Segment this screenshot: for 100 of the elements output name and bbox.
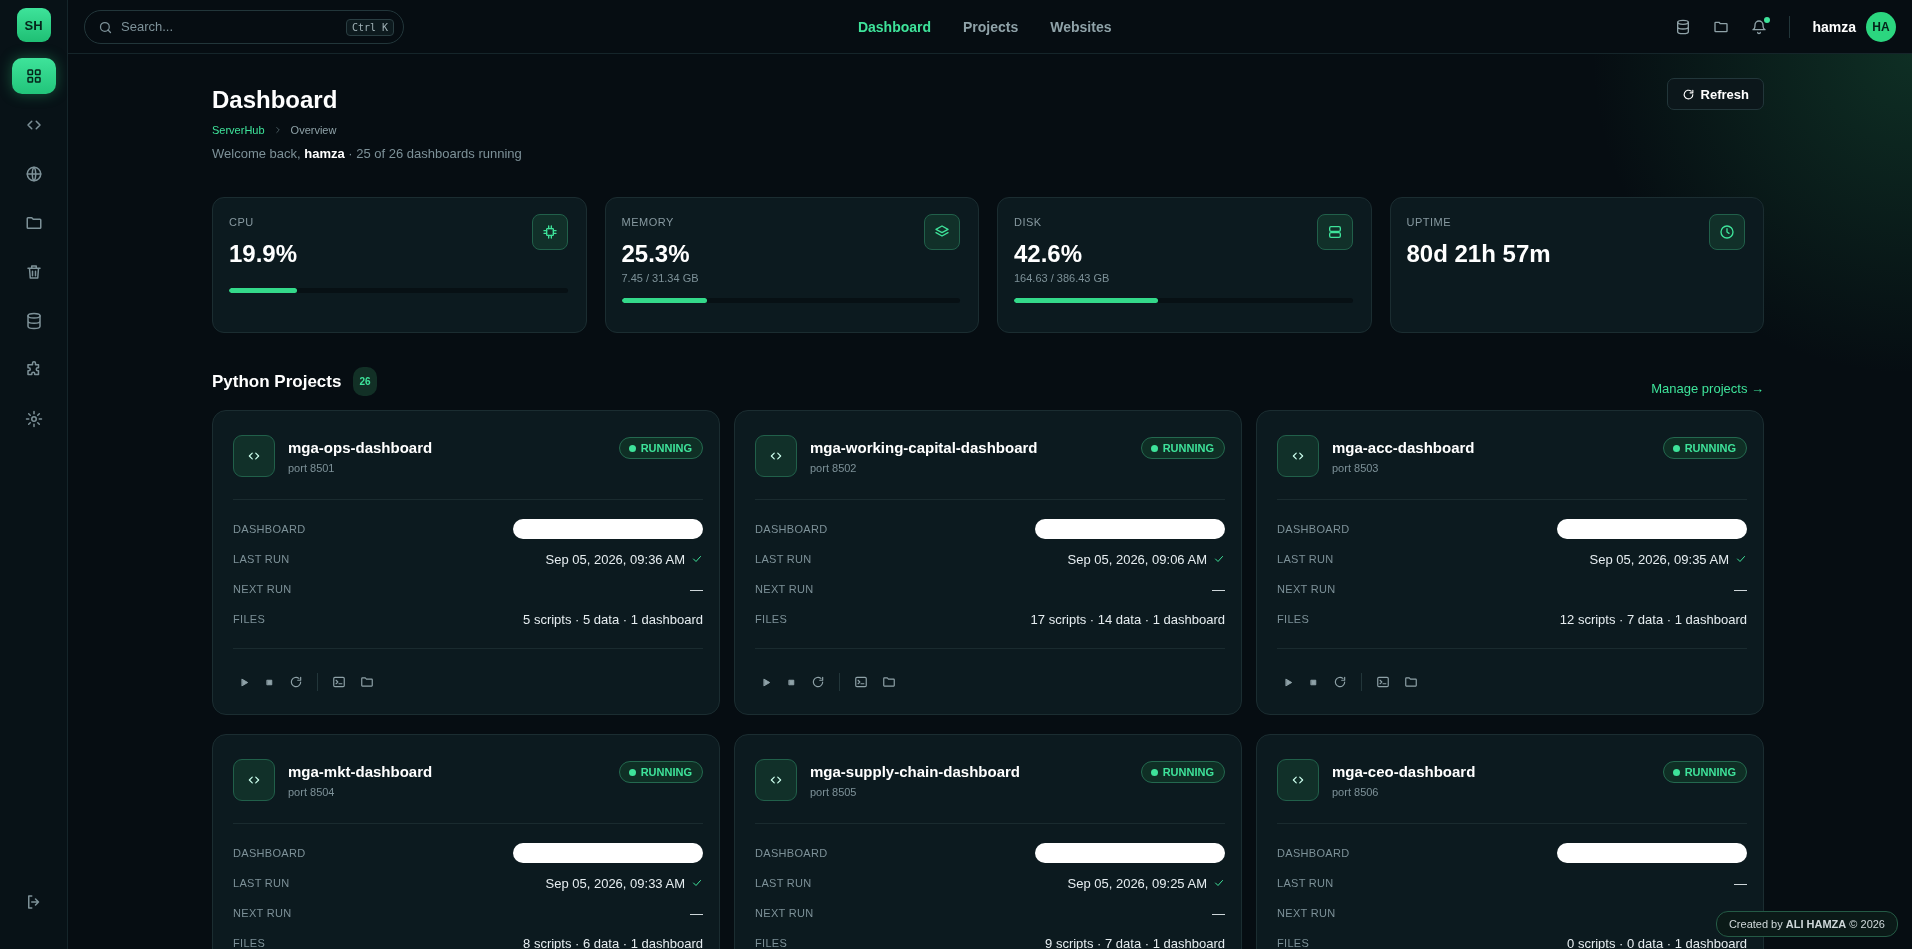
field-label: DASHBOARD — [1277, 523, 1350, 535]
field-label: FILES — [233, 613, 266, 625]
stat-value: 80d 21h 57m — [1406, 240, 1552, 268]
field-label: FILES — [755, 937, 788, 949]
nav-tab[interactable]: Websites — [1050, 18, 1112, 35]
field-label: LAST RUN — [1277, 877, 1334, 889]
folder-button[interactable] — [882, 675, 896, 689]
stat-value: 19.9% — [229, 240, 299, 268]
folder-icon — [1404, 675, 1418, 689]
user-avatar[interactable]: HA — [1866, 11, 1896, 42]
field-label: FILES — [1277, 613, 1310, 625]
next-run-time: — — [1212, 581, 1225, 597]
terminal-icon — [332, 675, 346, 689]
refresh-icon — [289, 675, 303, 689]
field-label: LAST RUN — [755, 553, 812, 565]
folder-icon — [882, 675, 896, 689]
database-icon[interactable] — [1675, 18, 1692, 35]
field-label: NEXT RUN — [1277, 907, 1336, 919]
field-label: LAST RUN — [233, 553, 290, 565]
database-icon — [24, 312, 43, 330]
field-label: LAST RUN — [755, 877, 812, 889]
code-icon — [769, 773, 783, 787]
refresh-button[interactable]: Refresh — [1666, 78, 1764, 110]
app-logo[interactable]: SH — [16, 8, 51, 42]
file-counts: 17 scripts · 14 data · 1 dashboard — [1030, 611, 1225, 627]
field-label: NEXT RUN — [755, 907, 814, 919]
play-button[interactable] — [1283, 676, 1294, 688]
file-counts: 12 scripts · 7 data · 1 dashboard — [1559, 611, 1747, 627]
project-port: port 8505 — [810, 786, 858, 798]
stat-label: CPU — [229, 216, 254, 228]
refresh-icon — [1333, 675, 1347, 689]
project-name[interactable]: mga-supply-chain-dashboard — [810, 763, 1128, 780]
play-button[interactable] — [239, 676, 250, 688]
clock-icon — [1719, 224, 1735, 240]
file-counts: 5 scripts · 5 data · 1 dashboard — [523, 611, 703, 627]
last-run-time: Sep 05, 2026, 09:36 AM — [545, 551, 685, 567]
shortcut-hint: Ctrl K — [345, 18, 394, 36]
stat-label: UPTIME — [1406, 216, 1452, 228]
sidebar-item[interactable] — [11, 58, 56, 94]
field-label: DASHBOARD — [233, 847, 306, 859]
last-run-time: — — [1734, 875, 1747, 891]
field-label: LAST RUN — [233, 877, 290, 889]
terminal-icon — [1376, 675, 1390, 689]
play-icon — [1283, 676, 1294, 688]
last-run-time: Sep 05, 2026, 09:33 AM — [545, 875, 685, 891]
welcome-message: Welcome back, hamza · 25 of 26 dashboards running — [212, 146, 522, 161]
project-name[interactable]: mga-working-capital-dashboard — [810, 439, 1128, 456]
globe-icon — [24, 165, 43, 183]
folder-icon — [360, 675, 374, 689]
status-badge: RUNNING — [1662, 437, 1747, 459]
bell-icon[interactable] — [1751, 18, 1768, 35]
manage-projects-link[interactable]: Manage projects → — [1651, 381, 1764, 396]
project-port: port 8506 — [1332, 786, 1380, 798]
section-title: Python Projects — [212, 371, 342, 392]
refresh-icon — [1681, 87, 1695, 101]
last-run-time: Sep 05, 2026, 09:25 AM — [1067, 875, 1207, 891]
play-button[interactable] — [761, 676, 772, 688]
play-icon — [239, 676, 250, 688]
nav-tab[interactable]: Dashboard — [857, 18, 932, 35]
field-label: LAST RUN — [1277, 553, 1334, 565]
folder-button[interactable] — [1404, 675, 1418, 689]
project-name[interactable]: mga-ops-dashboard — [288, 439, 606, 456]
field-label: NEXT RUN — [233, 907, 292, 919]
next-run-time: — — [1734, 581, 1747, 597]
terminal-button[interactable] — [854, 675, 868, 689]
refresh-icon — [811, 675, 825, 689]
credit-badge: Created by ALI HAMZA © 2026 — [1715, 911, 1898, 937]
stat-value: 25.3% — [621, 240, 691, 268]
project-port: port 8502 — [810, 462, 858, 474]
terminal-button[interactable] — [332, 675, 346, 689]
folder-button[interactable] — [360, 675, 374, 689]
count-badge: 26 — [353, 367, 377, 396]
project-port: port 8503 — [1332, 462, 1380, 474]
refresh-button[interactable] — [811, 675, 825, 689]
breadcrumb-item[interactable]: ServerHub — [212, 124, 265, 136]
field-label: DASHBOARD — [755, 523, 828, 535]
terminal-icon — [854, 675, 868, 689]
last-run-time: Sep 05, 2026, 09:35 AM — [1589, 551, 1729, 567]
next-run-time: — — [1212, 905, 1225, 921]
refresh-button[interactable] — [1333, 675, 1347, 689]
project-name[interactable]: mga-acc-dashboard — [1332, 439, 1650, 456]
status-badge: RUNNING — [618, 437, 703, 459]
status-badge: RUNNING — [1140, 761, 1225, 783]
code-icon — [247, 773, 261, 787]
status-badge: RUNNING — [1662, 761, 1747, 783]
user-name[interactable]: hamza — [1812, 18, 1856, 35]
field-label: FILES — [755, 613, 788, 625]
status-badge: RUNNING — [618, 761, 703, 783]
search-icon — [98, 19, 113, 35]
project-name[interactable]: mga-mkt-dashboard — [288, 763, 606, 780]
project-name[interactable]: mga-ceo-dashboard — [1332, 763, 1650, 780]
nav-tab[interactable]: Projects — [963, 18, 1019, 35]
terminal-button[interactable] — [1376, 675, 1390, 689]
field-label: FILES — [233, 937, 266, 949]
refresh-button[interactable] — [289, 675, 303, 689]
field-label: NEXT RUN — [1277, 583, 1336, 595]
code-icon — [247, 449, 261, 463]
grid-icon — [24, 67, 43, 85]
folder-icon — [24, 214, 43, 232]
server-icon — [1326, 224, 1343, 240]
